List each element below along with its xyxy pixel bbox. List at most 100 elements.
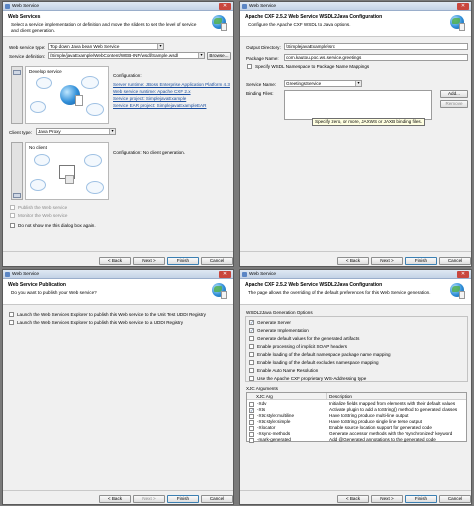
publish-unit-test-uddi-label: Launch the Web Services Explorer to publ… <box>17 312 206 317</box>
client-configuration-text: Configuration: No client generation. <box>113 150 186 155</box>
config-link-service-project[interactable]: Service project: SimplejavaExample <box>113 96 186 101</box>
cancel-button[interactable]: Cancel <box>439 495 471 503</box>
browse-button[interactable]: Browse... <box>207 52 231 60</box>
option-label: Generate Implementation <box>257 328 309 333</box>
finish-button[interactable]: Finish <box>405 257 437 265</box>
table-row[interactable]: -mark-generated Add @Generated annotatio… <box>247 437 466 443</box>
config-link-ear-project[interactable]: Service EAR project: SimplejavaExampleEA… <box>113 103 206 108</box>
option-label: Use the Apache CXF proprietary WS-Addres… <box>257 376 367 381</box>
client-type-select[interactable]: Java Proxy ▼ <box>36 128 116 135</box>
output-dir-field[interactable]: \SimplejavaExample\src <box>284 43 468 50</box>
service-name-select[interactable]: GreetingsService ▼ <box>284 80 362 87</box>
dont-show-checkbox[interactable] <box>10 223 15 228</box>
row-checkbox[interactable] <box>249 419 254 425</box>
ws-type-select[interactable]: Top down Java bean Web Service ▼ <box>48 43 164 50</box>
configuration-label: Configuration: <box>113 73 142 78</box>
publication-window: Web Service ✕ Web Service Publication Do… <box>2 269 234 505</box>
row-checkbox[interactable] <box>249 401 254 407</box>
cancel-button[interactable]: Cancel <box>201 495 233 503</box>
next-button[interactable]: Next > <box>371 257 403 265</box>
next-button[interactable]: Next > <box>371 495 403 503</box>
monitor-label: Monitor the Web service <box>18 213 68 218</box>
service-level-slider[interactable] <box>11 66 23 124</box>
close-icon[interactable]: ✕ <box>457 3 469 10</box>
divider <box>3 490 233 491</box>
finish-button[interactable]: Finish <box>405 495 437 503</box>
wizard-header: Web Services Select a service implementa… <box>3 11 233 37</box>
chevron-down-icon: ▼ <box>157 44 163 49</box>
close-icon[interactable]: ✕ <box>457 271 469 278</box>
client-type-value: Java Proxy <box>38 129 61 134</box>
back-button[interactable]: < Back <box>99 495 131 503</box>
monitor-checkbox[interactable] <box>10 213 15 218</box>
next-button[interactable]: Next > <box>133 257 165 265</box>
option-checkbox[interactable]: ✓ <box>249 328 254 333</box>
output-dir-label: Output Directory: <box>246 45 281 50</box>
option-label: Generate default values for the generate… <box>257 336 360 341</box>
option-label: Generate Server <box>257 320 291 325</box>
remove-button[interactable]: Remove <box>440 100 468 108</box>
group-label: WSDL2Java Generation Options <box>246 310 313 315</box>
publish-unit-test-uddi-checkbox[interactable] <box>9 312 14 317</box>
wizard-header: Apache CXF 2.5.2 Web Service WSDL2Java C… <box>240 279 471 305</box>
next-button[interactable]: Next > <box>133 495 165 503</box>
option-checkbox[interactable] <box>249 336 254 341</box>
option-checkbox[interactable] <box>249 368 254 373</box>
xjc-args-label: XJC Arguments <box>246 386 278 391</box>
publish-uddi-checkbox[interactable] <box>9 320 14 325</box>
header-title: Web Services <box>8 14 41 20</box>
publish-uddi-label: Launch the Web Services Explorer to publ… <box>17 320 184 325</box>
config-link-server-runtime[interactable]: Server runtime: JBoss Enterprise Applica… <box>113 82 230 87</box>
back-button[interactable]: < Back <box>337 257 369 265</box>
title-bar: Web Service ✕ <box>3 270 233 279</box>
back-button[interactable]: < Back <box>337 495 369 503</box>
row-checkbox[interactable] <box>249 437 254 443</box>
option-checkbox[interactable] <box>249 360 254 365</box>
service-name-value: GreetingsService <box>286 81 322 86</box>
finish-button[interactable]: Finish <box>167 495 199 503</box>
title-bar: Web Service ✕ <box>3 2 233 11</box>
package-label: Package Name: <box>246 56 279 61</box>
slider-thumb[interactable] <box>13 193 21 198</box>
web-service-wizard-icon <box>211 14 228 32</box>
config-link-ws-runtime[interactable]: Web service runtime: Apache CXF 2.x <box>113 89 191 94</box>
option-checkbox[interactable]: ✓ <box>249 320 254 325</box>
package-field[interactable]: com.kautou.poc.ws.service.greetings <box>284 54 468 61</box>
col-header-arg[interactable]: XJC Arg <box>247 393 327 400</box>
option-label: Enable loading of the default excludes n… <box>257 360 379 365</box>
option-checkbox[interactable] <box>249 344 254 349</box>
col-header-desc[interactable]: Description <box>327 393 466 400</box>
header-description: Select a service implementation or defin… <box>11 22 197 33</box>
finish-button[interactable]: Finish <box>167 257 199 265</box>
row-desc: Add @Generated annotations to the genera… <box>329 437 436 442</box>
slider-thumb[interactable] <box>13 70 21 75</box>
row-checkbox[interactable] <box>249 413 254 419</box>
service-def-combo[interactable]: /Simple/javaExample/WebContent/WEB-INF/w… <box>48 52 205 59</box>
stage-bubble <box>84 154 102 167</box>
option-checkbox[interactable] <box>249 352 254 357</box>
client-box-icon <box>65 175 74 184</box>
client-level-slider[interactable] <box>11 142 23 200</box>
stage-bubble <box>34 154 50 166</box>
cancel-button[interactable]: Cancel <box>201 257 233 265</box>
header-description: The page allows the overriding of the de… <box>248 290 431 295</box>
xjc-args-table[interactable]: XJC Arg Description -Xdv Initialize fiel… <box>246 392 467 443</box>
service-name-label: Service Name: <box>246 82 277 87</box>
specify-ns-checkbox[interactable] <box>247 64 252 69</box>
option-checkbox[interactable] <box>249 376 254 381</box>
close-icon[interactable]: ✕ <box>219 271 231 278</box>
row-checkbox[interactable] <box>249 425 254 431</box>
close-icon[interactable]: ✕ <box>219 3 231 10</box>
back-button[interactable]: < Back <box>99 257 131 265</box>
row-checkbox[interactable] <box>249 431 254 437</box>
window-title: Web Service <box>249 271 277 277</box>
stage-bubble <box>81 76 99 89</box>
publish-checkbox[interactable] <box>10 205 15 210</box>
cancel-button[interactable]: Cancel <box>439 257 471 265</box>
option-label: Enable processing of implicit SOAP heade… <box>257 344 348 349</box>
binding-files-list[interactable] <box>284 90 432 120</box>
web-service-wizard-icon <box>449 14 466 32</box>
row-checkbox[interactable]: ✓ <box>249 407 254 413</box>
ws-type-label: Web service type: <box>9 45 46 50</box>
add-button[interactable]: Add... <box>440 90 468 98</box>
